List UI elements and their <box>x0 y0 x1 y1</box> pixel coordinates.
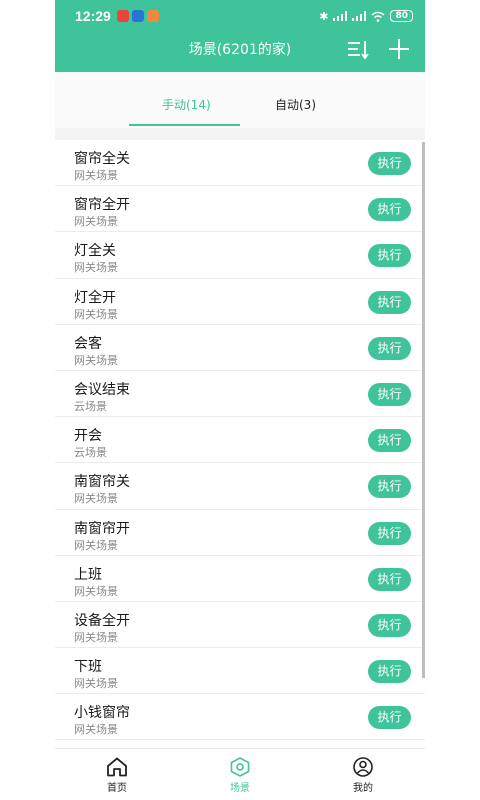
nav-scene-label: 场景 <box>230 783 250 794</box>
scene-name: 窗帘全开 <box>74 197 130 214</box>
execute-button[interactable]: 执行 <box>368 152 411 175</box>
signal-icon <box>352 11 367 21</box>
scene-hexagon-icon <box>230 757 250 777</box>
scene-type: 网关场景 <box>74 677 118 691</box>
battery-indicator: 80 <box>390 10 413 22</box>
notification-app-icon <box>116 10 129 22</box>
scrollbar[interactable] <box>422 142 425 678</box>
list-item[interactable]: 会议结束 云场景 执行 <box>55 371 425 418</box>
list-item[interactable]: 南窗帘关 网关场景 执行 <box>55 463 425 510</box>
signal-icon <box>333 11 348 21</box>
scene-name: 设备全开 <box>74 612 130 629</box>
status-time: 12:29 <box>75 8 111 24</box>
list-item[interactable]: 南窗帘开 网关场景 执行 <box>55 510 425 556</box>
bluetooth-icon: ✱ <box>319 9 329 23</box>
list-item[interactable]: 下班 网关场景 执行 <box>55 648 425 695</box>
scene-type: 网关场景 <box>74 215 118 229</box>
execute-button[interactable]: 执行 <box>368 429 411 453</box>
home-icon <box>107 757 127 777</box>
execute-button[interactable]: 执行 <box>368 336 411 360</box>
scene-name: 开会 <box>74 428 102 445</box>
execute-button[interactable]: 执行 <box>368 475 411 499</box>
list-item[interactable]: 窗帘全关 网关场景 执行 <box>55 140 425 187</box>
scene-type: 网关场景 <box>74 630 118 644</box>
wifi-icon <box>371 11 385 22</box>
scene-type: 网关场景 <box>74 723 118 737</box>
notification-app-icon <box>146 10 159 22</box>
execute-button[interactable]: 执行 <box>368 613 411 637</box>
execute-button[interactable]: 执行 <box>368 706 411 730</box>
scene-name: 下班 <box>74 659 102 676</box>
tab-manual[interactable]: 手动(14) <box>162 96 211 113</box>
scene-type: 网关场景 <box>74 353 118 367</box>
scene-name: 会议结束 <box>74 381 130 398</box>
scene-type: 网关场景 <box>74 307 118 321</box>
list-item[interactable]: 窗帘全开 网关场景 执行 <box>55 186 425 233</box>
nav-home-label: 首页 <box>107 783 127 794</box>
scene-type: 网关场景 <box>74 169 118 182</box>
scene-type: 网关场景 <box>74 584 118 598</box>
scene-name: 上班 <box>74 566 102 583</box>
execute-button[interactable]: 执行 <box>368 244 411 268</box>
notification-app-icon <box>131 10 144 22</box>
tab-auto[interactable]: 自动(3) <box>275 96 316 113</box>
scene-tabs: 手动(14) 自动(3) <box>55 72 425 128</box>
sort-icon[interactable] <box>346 38 370 62</box>
execute-button[interactable]: 执行 <box>368 521 411 545</box>
execute-button[interactable]: 执行 <box>368 567 411 591</box>
scene-name: 灯全开 <box>74 289 116 306</box>
header: 场景(6201的家) <box>55 32 425 72</box>
scene-type: 网关场景 <box>74 261 118 275</box>
user-icon <box>353 757 373 777</box>
execute-button[interactable]: 执行 <box>368 660 411 684</box>
scene-type: 网关场景 <box>74 538 118 552</box>
execute-button[interactable]: 执行 <box>368 290 411 314</box>
scene-type: 网关场景 <box>74 492 118 506</box>
active-tab-indicator <box>129 124 240 126</box>
list-item[interactable]: 设备全开 网关场景 执行 <box>55 602 425 649</box>
scene-name: 南窗帘关 <box>74 474 130 491</box>
scene-type: 云场景 <box>74 446 107 460</box>
nav-me[interactable]: 我的 <box>333 757 393 794</box>
list-item[interactable]: 灯全关 网关场景 执行 <box>55 232 425 279</box>
app-screen: 12:29 ✱ 80 场景(6201的家) 手动(14) 自动(3) 窗帘全关 … <box>55 0 425 800</box>
scene-name: 小钱窗帘 <box>74 705 130 722</box>
scene-name: 窗帘全关 <box>74 151 130 167</box>
plus-icon[interactable] <box>387 37 411 61</box>
bottom-nav: 首页 场景 我的 <box>55 748 425 800</box>
scene-type: 云场景 <box>74 399 107 413</box>
nav-me-label: 我的 <box>353 783 373 794</box>
scene-list[interactable]: 窗帘全关 网关场景 执行 窗帘全开 网关场景 执行 灯全关 网关场景 执行 灯全… <box>55 140 425 748</box>
execute-button[interactable]: 执行 <box>368 382 411 406</box>
list-item[interactable]: 灯全开 网关场景 执行 <box>55 279 425 325</box>
list-item[interactable]: 上班 网关场景 执行 <box>55 556 425 602</box>
execute-button[interactable]: 执行 <box>368 198 411 222</box>
scene-name: 南窗帘开 <box>74 520 130 537</box>
scene-name: 灯全关 <box>74 243 116 260</box>
list-item[interactable]: 会客 网关场景 执行 <box>55 325 425 371</box>
list-item[interactable]: 小钱窗帘 网关场景 执行 <box>55 694 425 741</box>
nav-scene[interactable]: 场景 <box>210 757 270 794</box>
nav-home[interactable]: 首页 <box>87 757 147 794</box>
status-bar: 12:29 ✱ 80 <box>55 0 425 32</box>
list-item[interactable]: 开会 云场景 执行 <box>55 417 425 464</box>
scene-name: 会客 <box>74 335 102 352</box>
